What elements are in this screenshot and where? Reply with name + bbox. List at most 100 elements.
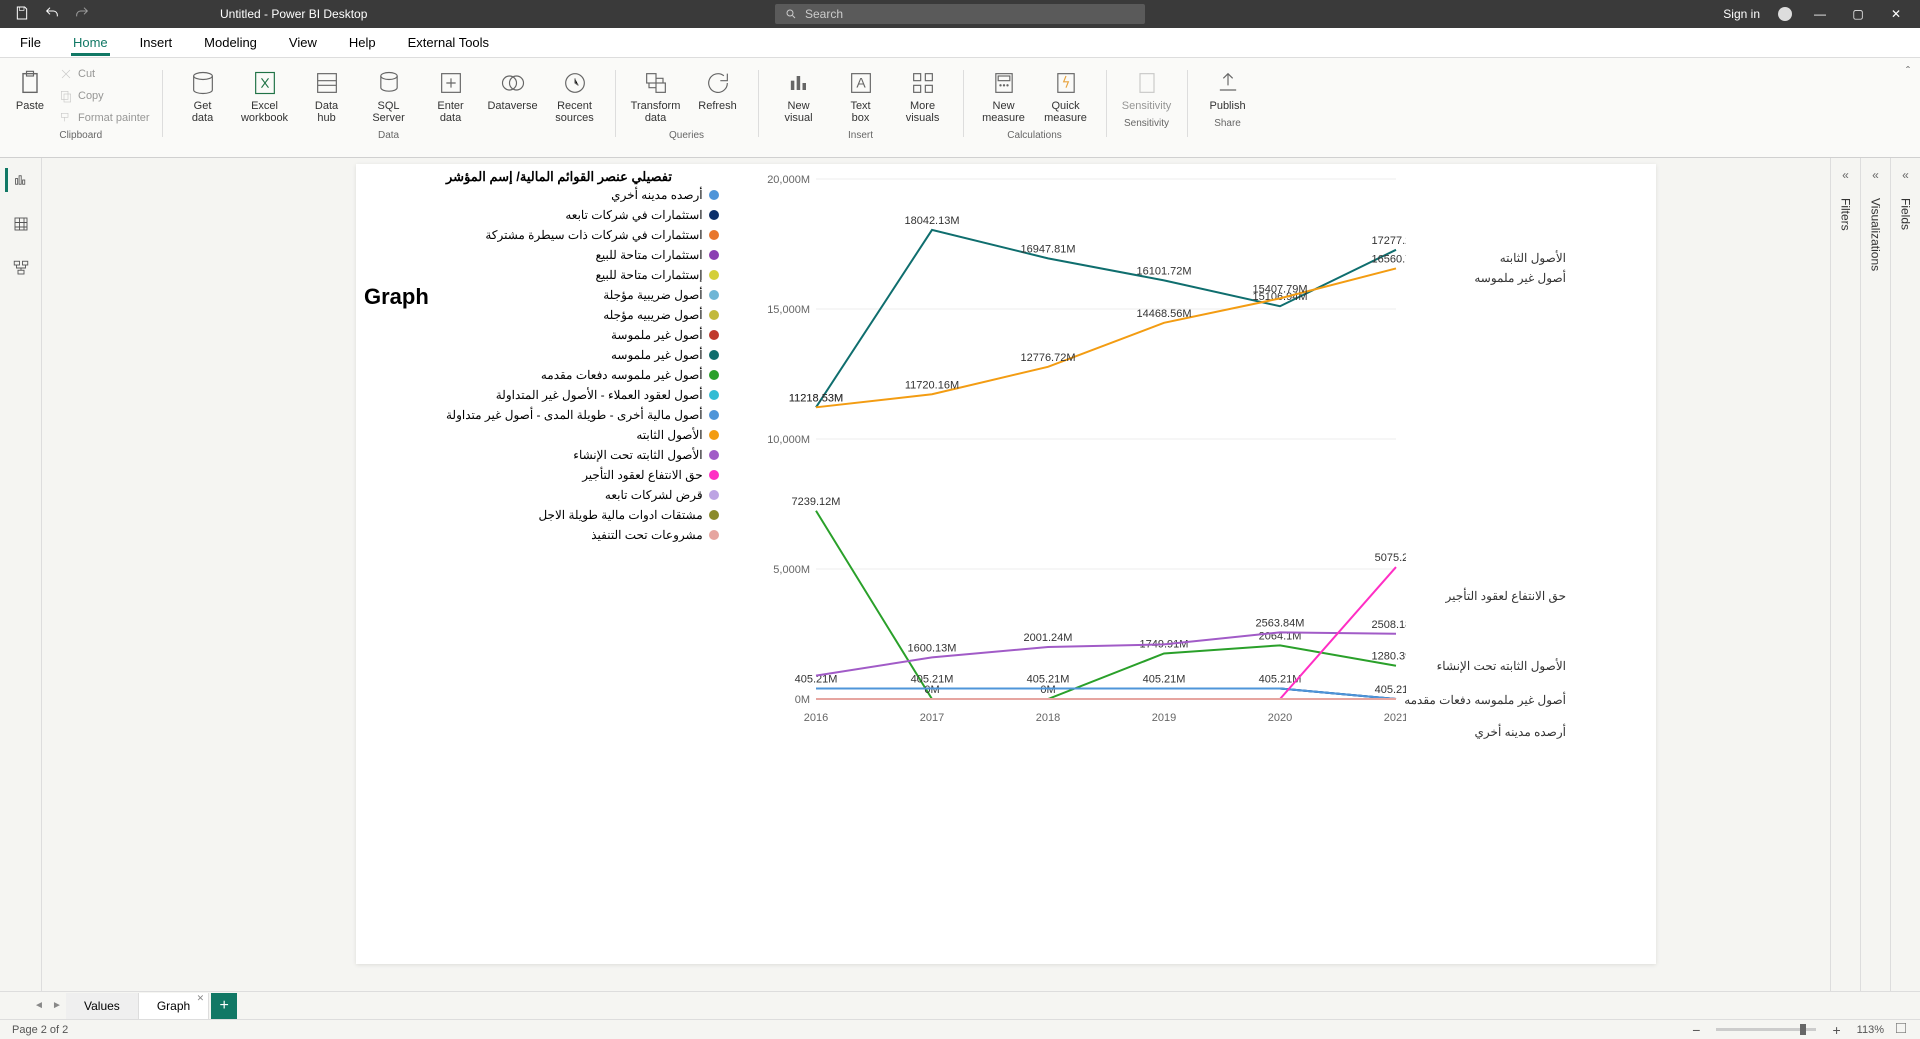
new-measure-button[interactable]: Newmeasure xyxy=(974,64,1034,128)
legend-item[interactable]: أصول ضريبيه مؤجله xyxy=(446,308,719,322)
chart-plot[interactable]: 0M5,000M10,000M15,000M20,000M20162017201… xyxy=(766,169,1406,729)
undo-icon[interactable] xyxy=(44,5,60,24)
legend-item[interactable]: أصول غير ملموسة xyxy=(446,328,719,342)
svg-text:5075.2M: 5075.2M xyxy=(1375,552,1406,564)
svg-text:405.21M: 405.21M xyxy=(1143,673,1186,685)
zoom-in-button[interactable]: + xyxy=(1826,1022,1846,1038)
legend-label: حق الانتفاع لعقود التأجير xyxy=(582,468,702,482)
group-data-label: Data xyxy=(378,130,399,141)
report-canvas[interactable]: Graph تفصيلي عنصر القوائم المالية/ إسم ا… xyxy=(42,158,1920,991)
legend-dot-icon xyxy=(709,330,719,340)
menu-home[interactable]: Home xyxy=(71,29,110,56)
sensitivity-button: Sensitivity xyxy=(1117,64,1177,116)
legend-item[interactable]: الأصول الثابته تحت الإنشاء xyxy=(446,448,719,462)
tab-graph[interactable]: Graph✕ xyxy=(139,993,209,1019)
fields-pane[interactable]: «Fields xyxy=(1890,158,1920,991)
dataverse-button[interactable]: Dataverse xyxy=(483,64,543,128)
menu-external-tools[interactable]: External Tools xyxy=(406,29,491,56)
chevron-left-icon: « xyxy=(1842,168,1849,182)
ribbon-group-calc: Newmeasure Quickmeasure Calculations xyxy=(968,64,1102,157)
refresh-button[interactable]: Refresh xyxy=(688,64,748,128)
svg-text:15407.79M: 15407.79M xyxy=(1252,283,1307,295)
svg-text:0M: 0M xyxy=(1040,684,1055,696)
close-button[interactable]: ✕ xyxy=(1886,7,1906,21)
legend-item[interactable]: استثمارات في شركات ذات سيطرة مشتركة xyxy=(446,228,719,242)
ribbon-group-queries: Transformdata Refresh Queries xyxy=(620,64,754,157)
legend-item[interactable]: الأصول الثابته xyxy=(446,428,719,442)
legend-item[interactable]: أصول لعقود العملاء - الأصول غير المتداول… xyxy=(446,388,719,402)
legend-item[interactable]: حق الانتفاع لعقود التأجير xyxy=(446,468,719,482)
search-box[interactable]: Search xyxy=(775,4,1145,24)
fit-page-icon[interactable] xyxy=(1894,1021,1908,1038)
legend-item[interactable]: مشتقات ادوات مالية طويلة الاجل xyxy=(446,508,719,522)
publish-button[interactable]: Publish xyxy=(1198,64,1258,116)
filters-pane[interactable]: «Filters xyxy=(1830,158,1860,991)
zoom-slider[interactable] xyxy=(1716,1028,1816,1031)
menu-insert[interactable]: Insert xyxy=(138,29,175,56)
transform-data-button[interactable]: Transformdata xyxy=(626,64,686,128)
maximize-button[interactable]: ▢ xyxy=(1848,7,1868,21)
svg-text:16101.72M: 16101.72M xyxy=(1136,265,1191,277)
get-data-button[interactable]: Getdata xyxy=(173,64,233,128)
visualizations-pane[interactable]: «Visualizations xyxy=(1860,158,1890,991)
report-page[interactable]: Graph تفصيلي عنصر القوائم المالية/ إسم ا… xyxy=(356,164,1656,964)
svg-text:11218.53M: 11218.53M xyxy=(789,392,843,404)
legend-item[interactable]: استثمارات متاحة للبيع xyxy=(446,248,719,262)
legend-item[interactable]: إستثمارات متاحة للبيع xyxy=(446,268,719,282)
more-visuals-button[interactable]: Morevisuals xyxy=(893,64,953,128)
legend-item[interactable]: مشروعات تحت التنفيذ xyxy=(446,528,719,542)
save-icon[interactable] xyxy=(14,5,30,24)
collapse-ribbon-icon[interactable]: ˆ xyxy=(1906,64,1910,78)
quick-measure-button[interactable]: Quickmeasure xyxy=(1036,64,1096,128)
svg-text:2508.18M: 2508.18M xyxy=(1372,619,1406,631)
tab-nav-next[interactable]: ► xyxy=(48,997,66,1015)
legend-item[interactable]: استثمارات في شركات تابعه xyxy=(446,208,719,222)
zoom-out-button[interactable]: − xyxy=(1686,1022,1706,1038)
menu-view[interactable]: View xyxy=(287,29,319,56)
cut-button: Cut xyxy=(56,64,152,84)
ribbon-group-insert: Newvisual ATextbox Morevisuals Insert xyxy=(763,64,959,157)
sql-server-button[interactable]: SQLServer xyxy=(359,64,419,128)
rail-report-view[interactable] xyxy=(5,168,29,192)
tab-nav-prev[interactable]: ◄ xyxy=(30,997,48,1015)
legend-item[interactable]: أصول غير ملموسه دفعات مقدمه xyxy=(446,368,719,382)
search-icon xyxy=(785,8,797,20)
legend-dot-icon xyxy=(709,490,719,500)
menu-file[interactable]: File xyxy=(18,29,43,56)
svg-text:405.21M: 405.21M xyxy=(1027,673,1070,685)
rail-model-view[interactable] xyxy=(9,256,33,280)
legend-item[interactable]: أصول غير ملموسه xyxy=(446,348,719,362)
enter-data-button[interactable]: Enterdata xyxy=(421,64,481,128)
add-page-button[interactable]: + xyxy=(211,993,237,1019)
series-end-label: أرصده مدينه أخري xyxy=(1475,725,1566,739)
content-area: Graph تفصيلي عنصر القوائم المالية/ إسم ا… xyxy=(0,158,1920,991)
tab-values[interactable]: Values xyxy=(66,993,139,1019)
recent-sources-button[interactable]: Recentsources xyxy=(545,64,605,128)
minimize-button[interactable]: — xyxy=(1810,7,1830,21)
legend-dot-icon xyxy=(709,430,719,440)
paste-button[interactable]: Paste xyxy=(10,64,50,128)
redo-icon[interactable] xyxy=(74,5,90,24)
svg-text:1600.13M: 1600.13M xyxy=(908,642,957,654)
new-visual-button[interactable]: Newvisual xyxy=(769,64,829,128)
rail-data-view[interactable] xyxy=(9,212,33,236)
group-share-label: Share xyxy=(1214,118,1241,129)
get-data-icon xyxy=(188,68,218,98)
text-box-button[interactable]: ATextbox xyxy=(831,64,891,128)
legend-item[interactable]: أصول ضريبية مؤجلة xyxy=(446,288,719,302)
copy-icon xyxy=(58,88,74,104)
avatar-icon[interactable] xyxy=(1778,7,1792,21)
signin-link[interactable]: Sign in xyxy=(1723,7,1760,21)
legend-item[interactable]: أرصده مدينه أخري xyxy=(446,188,719,202)
svg-text:1280.39M: 1280.39M xyxy=(1372,651,1406,663)
svg-text:2021: 2021 xyxy=(1384,712,1406,724)
new-measure-icon xyxy=(989,68,1019,98)
data-hub-button[interactable]: Datahub xyxy=(297,64,357,128)
legend-item[interactable]: أصول مالية أخرى - طويلة المدى - أصول غير… xyxy=(446,408,719,422)
menu-modeling[interactable]: Modeling xyxy=(202,29,259,56)
excel-workbook-button[interactable]: Excelworkbook xyxy=(235,64,295,128)
legend-item[interactable]: قرض لشركات تابعه xyxy=(446,488,719,502)
close-tab-icon[interactable]: ✕ xyxy=(197,993,205,1004)
menu-help[interactable]: Help xyxy=(347,29,378,56)
svg-text:14468.56M: 14468.56M xyxy=(1136,308,1191,320)
